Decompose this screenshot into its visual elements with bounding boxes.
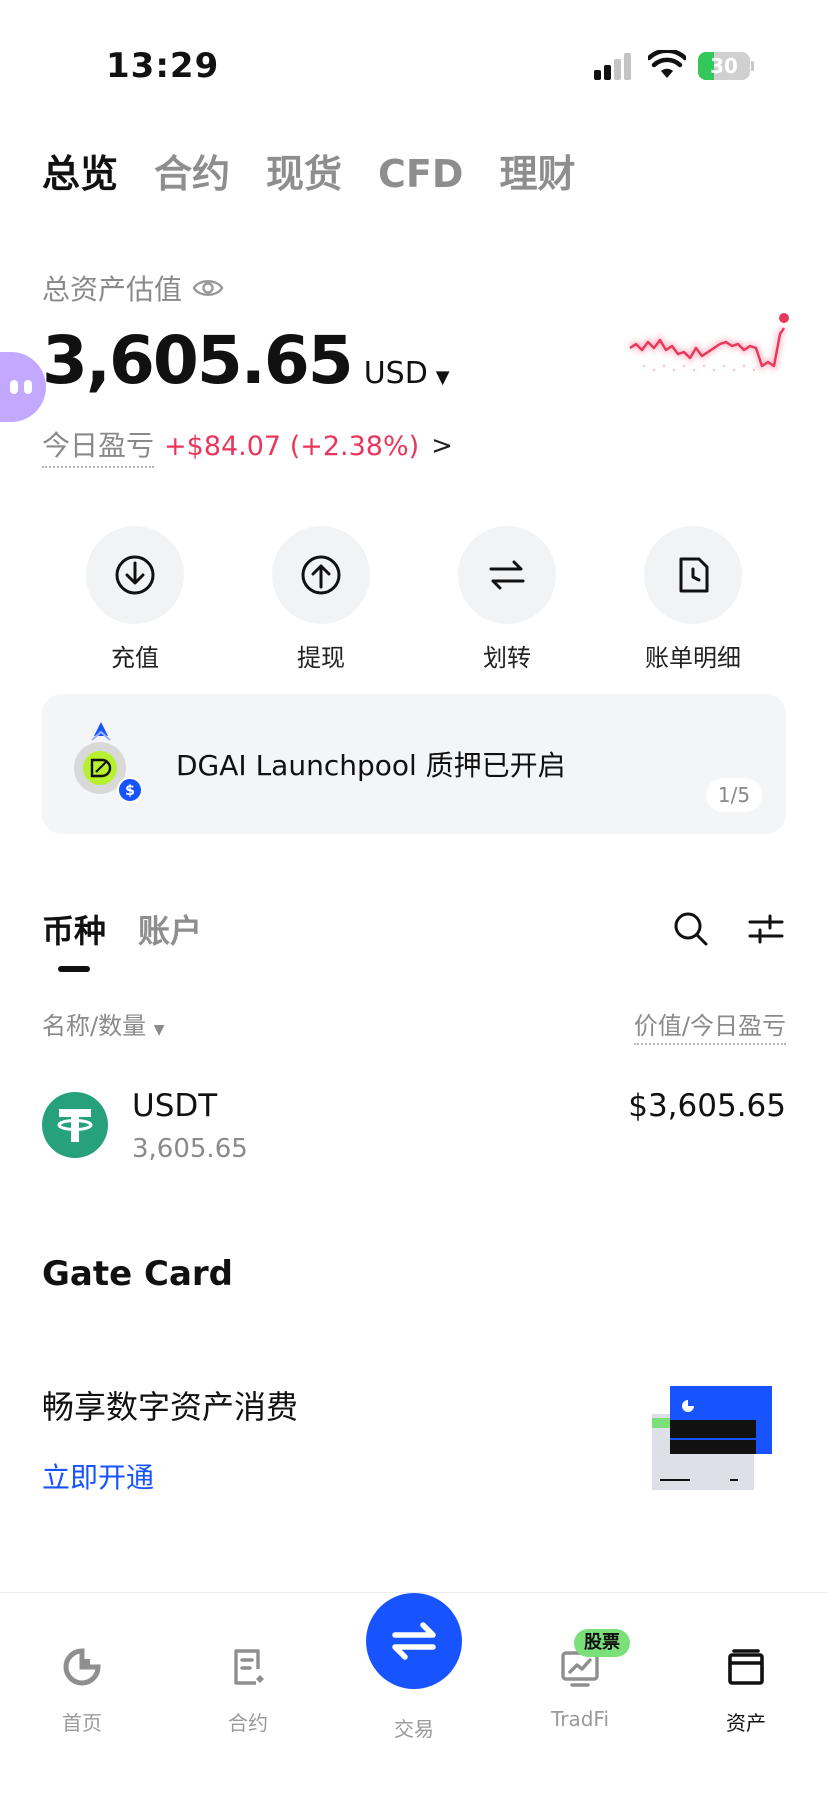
battery-percent: 30 <box>710 54 738 78</box>
usdt-icon <box>42 1092 108 1158</box>
filter-icon[interactable] <box>748 912 784 946</box>
value-pnl-label[interactable]: 价值/今日盈亏 <box>633 1006 786 1045</box>
asset-tabs: 币种 账户 <box>42 906 234 952</box>
tab-accounts[interactable]: 账户 <box>138 906 202 952</box>
transfer-button[interactable]: 划转 <box>427 526 587 673</box>
search-icon[interactable] <box>672 910 710 948</box>
quick-actions: 充值 提现 划转 账单明细 <box>42 526 786 673</box>
balance-sparkline <box>628 313 789 372</box>
currency-selector[interactable]: USD <box>364 356 428 391</box>
floating-assistant-handle[interactable] <box>0 352 46 422</box>
nav-futures[interactable]: 合约 <box>188 1645 308 1736</box>
tab-indicator <box>58 966 90 972</box>
stock-badge: 股票 <box>574 1629 630 1657</box>
tab-spot[interactable]: 现货 <box>266 150 342 198</box>
bill-details-label: 账单明细 <box>645 644 741 672</box>
deposit-button[interactable]: 充值 <box>55 526 215 673</box>
withdraw-label: 提现 <box>297 644 345 672</box>
today-pnl-value: +$84.07 (+2.38%) <box>164 430 420 462</box>
svg-text:$: $ <box>125 783 135 799</box>
banner-text: DGAI Launchpool 质押已开启 <box>176 749 566 782</box>
deposit-label: 充值 <box>111 644 159 672</box>
deposit-icon <box>86 526 184 624</box>
balance-row: 3,605.65 USD ▼ <box>42 322 450 399</box>
asset-list-header: 名称/数量 ▼ 价值/今日盈亏 <box>42 1006 786 1045</box>
bill-details-button[interactable]: 账单明细 <box>613 526 773 673</box>
status-time: 13:29 <box>106 46 220 86</box>
transfer-icon <box>458 526 556 624</box>
gate-card-illustration <box>652 1386 772 1490</box>
bottom-nav: 首页 合约 交易 TradFi 股票 资产 <box>0 1593 828 1801</box>
status-bar: 13:29 30 <box>0 0 828 120</box>
total-assets-label-row: 总资产估值 <box>42 268 224 308</box>
nav-assets[interactable]: 资产 <box>686 1645 806 1736</box>
nav-tradfi[interactable]: TradFi <box>520 1645 640 1731</box>
wifi-icon <box>648 50 686 78</box>
name-quantity-label: 名称/数量 <box>42 1012 147 1040</box>
swap-icon <box>392 1622 436 1660</box>
top-tabs: 总览 合约 现货 CFD 理财 <box>42 150 611 198</box>
futures-icon <box>234 1649 264 1685</box>
total-balance: 3,605.65 <box>42 322 354 399</box>
gate-card-title: Gate Card <box>42 1254 234 1294</box>
tab-cfd[interactable]: CFD <box>378 150 463 198</box>
withdraw-button[interactable]: 提现 <box>241 526 401 673</box>
caret-down-icon: ▼ <box>153 1022 165 1038</box>
cellular-signal-icon <box>594 52 634 80</box>
total-assets-label: 总资产估值 <box>42 273 183 306</box>
today-pnl-row[interactable]: 今日盈亏 +$84.07 (+2.38%) > <box>42 424 453 468</box>
nav-home[interactable]: 首页 <box>22 1645 142 1736</box>
bill-icon <box>644 526 742 624</box>
today-pnl-label: 今日盈亏 <box>42 424 155 468</box>
coin-value: $3,605.65 <box>628 1088 786 1124</box>
trade-button[interactable] <box>366 1593 462 1689</box>
transfer-label: 划转 <box>483 644 531 672</box>
tab-coins[interactable]: 币种 <box>42 906 106 952</box>
activate-card-link[interactable]: 立即开通 <box>42 1456 154 1496</box>
wallet-icon <box>728 1649 764 1685</box>
nav-tradfi-label: TradFi <box>550 1707 610 1731</box>
gate-logo-icon <box>63 1648 101 1686</box>
nav-home-label: 首页 <box>62 1711 102 1735</box>
sort-by-name-button[interactable]: 名称/数量 ▼ <box>42 1006 165 1045</box>
tab-earn[interactable]: 理财 <box>499 150 575 198</box>
list-item[interactable]: USDT 3,605.65 $3,605.65 <box>42 1086 786 1182</box>
chevron-right-icon[interactable]: > <box>431 431 453 461</box>
launchpool-logo-icon: $ <box>74 722 143 803</box>
tab-futures[interactable]: 合约 <box>154 150 230 198</box>
eye-icon[interactable] <box>192 276 224 300</box>
nav-trade-label: 交易 <box>394 1717 434 1741</box>
caret-down-icon[interactable]: ▼ <box>436 367 450 388</box>
nav-assets-label: 资产 <box>726 1711 766 1735</box>
coin-quantity: 3,605.65 <box>132 1134 248 1164</box>
withdraw-icon <box>272 526 370 624</box>
battery-icon: 30 <box>698 52 754 80</box>
gate-card-description: 畅享数字资产消费 <box>42 1388 299 1426</box>
nav-futures-label: 合约 <box>228 1711 268 1735</box>
tab-overview[interactable]: 总览 <box>42 150 118 198</box>
banner-pager: 1/5 <box>706 778 762 812</box>
promo-banner[interactable]: $ DGAI Launchpool 质押已开启 1/5 <box>42 694 786 834</box>
coin-name: USDT <box>132 1088 218 1124</box>
